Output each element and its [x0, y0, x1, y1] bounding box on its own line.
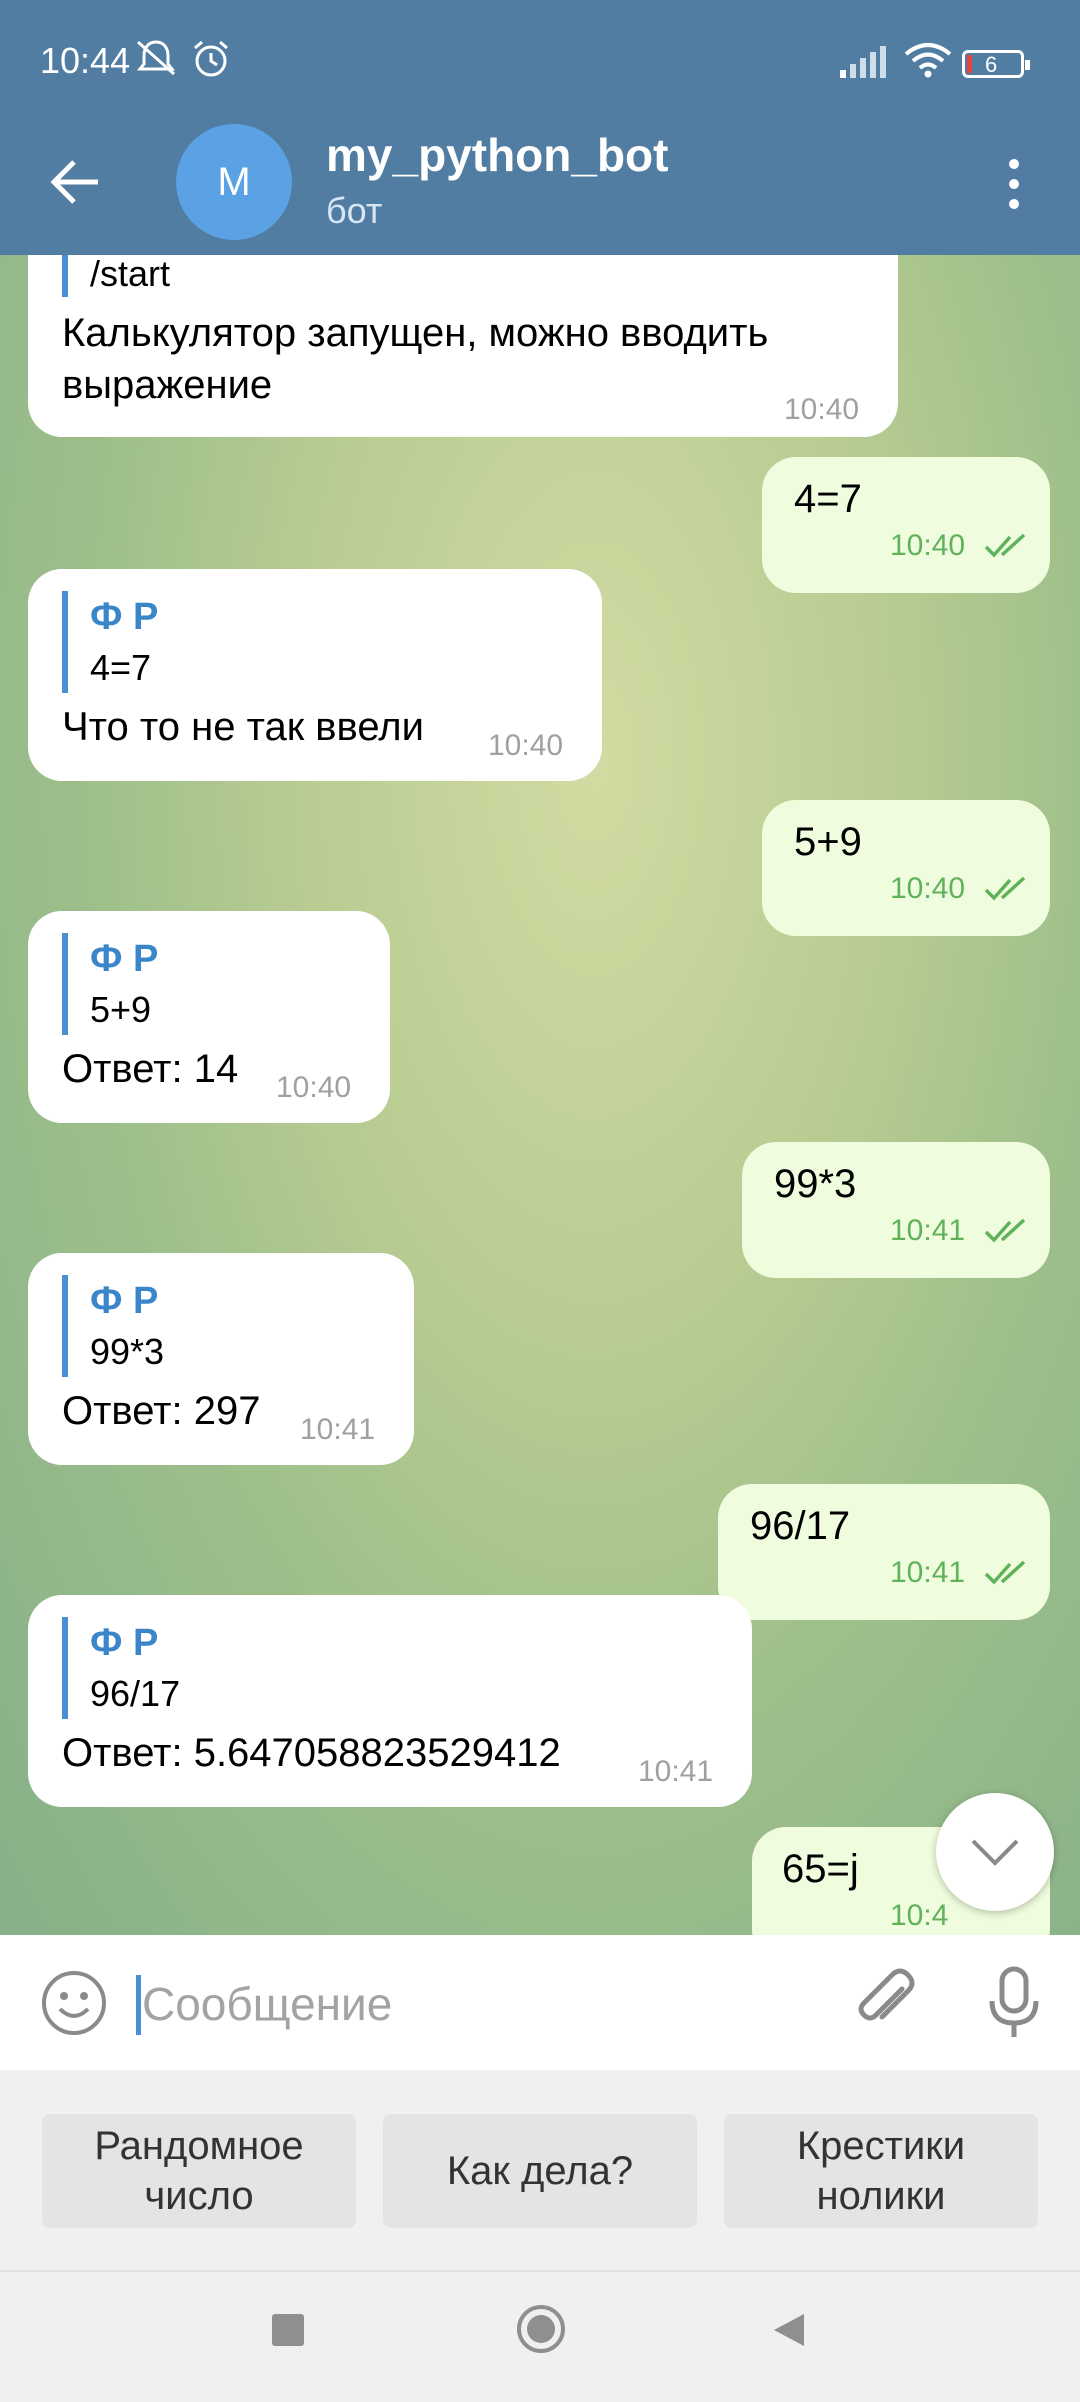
- reply-quote: Ф Р 4=7: [62, 591, 158, 693]
- message-text: 4=7: [794, 477, 862, 521]
- double-check-icon: [984, 876, 1026, 901]
- status-bar: 10:44 6: [0, 0, 1080, 110]
- message-time: 10:40: [276, 1071, 352, 1104]
- quote-author: Ф Р: [90, 938, 159, 980]
- quote-text: 5+9: [90, 989, 152, 1030]
- mute-bell-icon: [136, 40, 176, 76]
- message-time: 10:40: [890, 872, 966, 905]
- message-input[interactable]: [140, 1965, 784, 2043]
- message-text: Ответ: 5.647058823529412: [62, 1731, 561, 1775]
- message-text: 99*3: [774, 1162, 857, 1206]
- chat-area[interactable]: /start Калькулятор запущен, можно вводит…: [0, 255, 1080, 1935]
- quote-text: /start: [90, 255, 171, 294]
- keyboard-button-tic-tac-toe[interactable]: Крестики нолики: [724, 2114, 1038, 2228]
- chevron-down-icon: [971, 1839, 1019, 1866]
- message-incoming[interactable]: Ф Р 4=7 Что то не так ввели 10:40: [28, 569, 602, 781]
- message-text: 65=j: [782, 1847, 859, 1891]
- reply-quote: Ф Р 96/17: [62, 1617, 180, 1719]
- message-time: 10:41: [890, 1214, 966, 1247]
- message-time: 10:41: [638, 1755, 714, 1788]
- message-time: 10:40: [488, 729, 564, 762]
- chat-header: M my_python_bot бот: [0, 110, 1080, 255]
- battery-level: 6: [985, 52, 998, 77]
- message-text: 5+9: [794, 820, 862, 864]
- quote-text: 4=7: [90, 647, 152, 688]
- quote-text: 96/17: [90, 1673, 181, 1714]
- quote-text: 99*3: [90, 1331, 165, 1372]
- reply-quote: Ф Р 5+9: [62, 933, 158, 1035]
- alarm-icon: [194, 40, 228, 77]
- avatar[interactable]: M: [176, 124, 292, 240]
- avatar-letter: M: [217, 159, 251, 204]
- triangle-back-icon[interactable]: [770, 2312, 806, 2348]
- keyboard-button-random[interactable]: Рандомное число: [42, 2114, 356, 2228]
- keyboard-button-label: Крестики: [796, 2124, 966, 2168]
- message-text: Калькулятор запущен, можно вводить: [62, 311, 769, 355]
- signal-icon: [840, 46, 886, 78]
- reply-quote: /start: [62, 255, 170, 297]
- emoji-icon[interactable]: [40, 1969, 108, 2037]
- message-time: 10:4: [890, 1899, 949, 1932]
- double-check-icon: [984, 1218, 1026, 1243]
- square-icon[interactable]: [270, 2312, 306, 2348]
- message-outgoing[interactable]: 96/17 10:41: [718, 1484, 1050, 1620]
- message-time: 10:40: [784, 393, 860, 426]
- chat-subtitle: бот: [326, 190, 383, 231]
- battery-icon: 6: [962, 50, 1030, 78]
- message-incoming[interactable]: /start Калькулятор запущен, можно вводит…: [28, 255, 898, 437]
- message-incoming[interactable]: Ф Р 96/17 Ответ: 5.647058823529412 10:41: [28, 1595, 752, 1807]
- back-arrow-icon[interactable]: [44, 150, 108, 214]
- message-text: 96/17: [750, 1504, 851, 1548]
- message-time: 10:40: [890, 529, 966, 562]
- message-incoming[interactable]: Ф Р 99*3 Ответ: 297 10:41: [28, 1253, 414, 1465]
- message-composer: [0, 1935, 1080, 2070]
- scroll-down-button[interactable]: [936, 1793, 1054, 1911]
- mic-icon[interactable]: [984, 1965, 1044, 2041]
- double-check-icon: [984, 1560, 1026, 1585]
- message-incoming[interactable]: Ф Р 5+9 Ответ: 14 10:40: [28, 911, 390, 1123]
- system-nav-bar: [0, 2270, 1080, 2402]
- double-check-icon: [984, 533, 1026, 558]
- quote-author: Ф Р: [90, 596, 159, 638]
- message-text: выражение: [62, 363, 273, 407]
- message-outgoing[interactable]: 99*3 10:41: [742, 1142, 1050, 1278]
- keyboard-button-label: Рандомное: [94, 2124, 304, 2168]
- message-outgoing[interactable]: 5+9 10:40: [762, 800, 1050, 936]
- message-text: Ответ: 14: [62, 1047, 239, 1091]
- circle-icon[interactable]: [516, 2304, 566, 2354]
- quote-author: Ф Р: [90, 1622, 159, 1664]
- message-text: Ответ: 297: [62, 1389, 261, 1433]
- keyboard-button-label: нолики: [816, 2174, 946, 2218]
- wifi-icon: [904, 43, 952, 78]
- message-time: 10:41: [890, 1556, 966, 1589]
- message-outgoing[interactable]: 4=7 10:40: [762, 457, 1050, 593]
- keyboard-button-label: число: [144, 2174, 254, 2218]
- reply-quote: Ф Р 99*3: [62, 1275, 164, 1377]
- keyboard-button-how-are-you[interactable]: Как дела?: [383, 2114, 697, 2228]
- quote-author: Ф Р: [90, 1280, 159, 1322]
- chat-title[interactable]: my_python_bot: [326, 128, 668, 182]
- message-text: Что то не так ввели: [62, 705, 424, 749]
- status-time: 10:44: [40, 40, 131, 81]
- keyboard-button-label: Как дела?: [446, 2149, 634, 2193]
- top-bar: 10:44 6 M my_python_bot бот: [0, 0, 1080, 255]
- more-vertical-icon[interactable]: [996, 154, 1032, 214]
- message-time: 10:41: [300, 1413, 376, 1446]
- attach-icon[interactable]: [850, 1967, 922, 2039]
- bot-keyboard: Рандомное число Как дела? Крестики нолики: [0, 2070, 1080, 2270]
